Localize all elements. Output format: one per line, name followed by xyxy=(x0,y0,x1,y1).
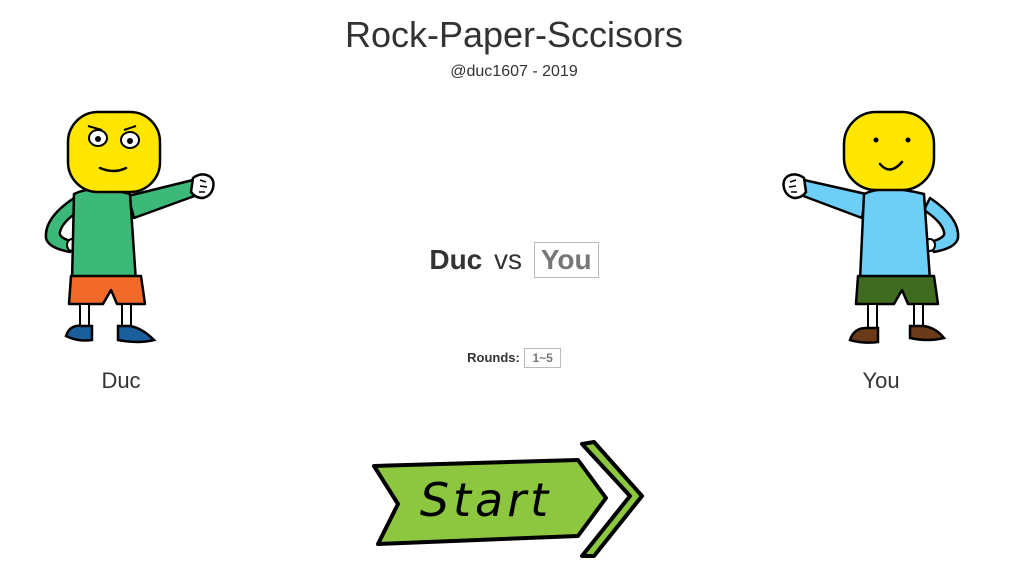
game-page: Rock-Paper-Sccisors @duc1607 - 2019 Duc … xyxy=(0,0,1028,584)
player-you-label: You xyxy=(862,368,900,393)
start-button[interactable]: Start xyxy=(368,438,644,562)
player-name-input[interactable]: You xyxy=(533,242,599,278)
rounds-input[interactable]: 1~5 xyxy=(524,348,561,368)
versus-line: Duc vs You xyxy=(0,242,1028,278)
player-duc-figure xyxy=(28,108,218,348)
versus-separator: vs xyxy=(494,244,523,275)
versus-player1: Duc xyxy=(429,244,483,275)
you-character-icon xyxy=(782,110,960,344)
player-duc-label: Duc xyxy=(101,368,141,393)
player-you-figure xyxy=(782,108,972,348)
rounds-setting: Rounds: 1~5 xyxy=(0,348,1028,368)
start-button-label: Start xyxy=(420,473,552,527)
duc-character-icon xyxy=(44,110,215,344)
page-subtitle: @duc1607 - 2019 xyxy=(450,63,578,80)
rounds-label: Rounds: xyxy=(467,350,520,365)
page-title: Rock-Paper-Sccisors xyxy=(344,14,684,55)
